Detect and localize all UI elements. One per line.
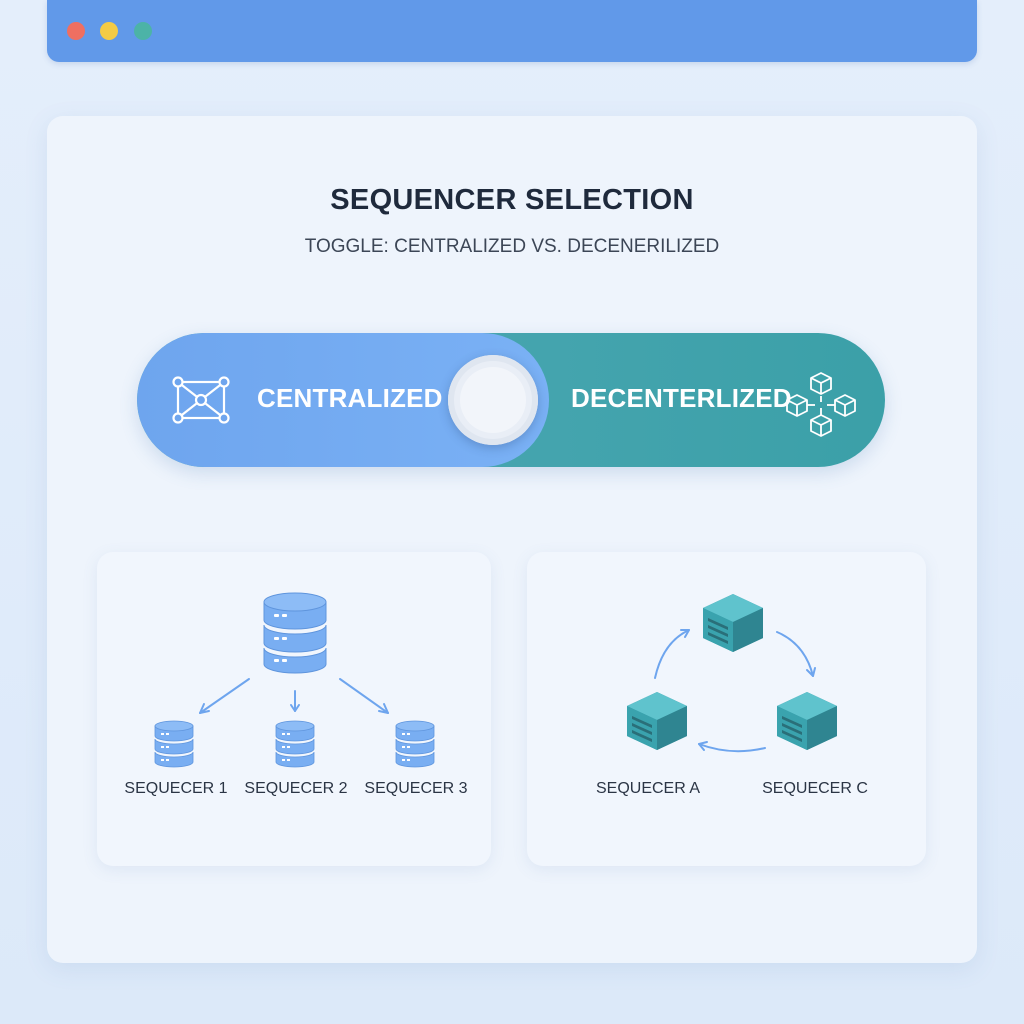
- window-titlebar: [47, 0, 977, 62]
- sequencer-2-label: SEQUECER 2: [244, 780, 348, 797]
- minimize-window-button[interactable]: [100, 22, 118, 40]
- decentralized-diagram-panel: SEQUECER A SEQUECER C: [527, 552, 926, 866]
- sequencer-3-label: SEQUECER 3: [364, 780, 468, 797]
- sequencer-c-label: SEQUECER C: [762, 780, 868, 797]
- cube-server-icon: [627, 692, 687, 750]
- toggle-knob[interactable]: [448, 355, 538, 445]
- distributed-cubes-icon: [786, 372, 856, 437]
- sequencer-a-label: SEQUECER A: [595, 780, 701, 797]
- cube-server-icon: [777, 692, 837, 750]
- database-icon: [263, 592, 327, 674]
- close-window-button[interactable]: [67, 22, 85, 40]
- centralized-diagram-panel: SEQUECER 1 SEQUECER 2 SEQUECER 3: [97, 552, 491, 866]
- maximize-window-button[interactable]: [134, 22, 152, 40]
- page-subtitle: TOGGLE: CENTRALIZED VS. DECENERILIZED: [304, 236, 720, 257]
- page-title: SEQUENCER SELECTION: [330, 184, 694, 216]
- sequencer-2-database-icon: [275, 720, 315, 768]
- sequencer-toggle[interactable]: CENTRALIZED DECENTERLIZED: [137, 333, 885, 467]
- network-hub-icon: [172, 376, 230, 424]
- distribution-arrows: [199, 678, 389, 714]
- cube-server-icon: [703, 594, 763, 652]
- toggle-label-decentralized: DECENTERLIZED: [571, 383, 792, 413]
- sequencer-1-database-icon: [154, 720, 194, 768]
- toggle-label-centralized: CENTRALIZED: [257, 383, 443, 413]
- decentralized-network-diagram: [627, 594, 837, 753]
- sequencer-3-database-icon: [395, 720, 435, 768]
- sequencer-1-label: SEQUECER 1: [124, 780, 228, 797]
